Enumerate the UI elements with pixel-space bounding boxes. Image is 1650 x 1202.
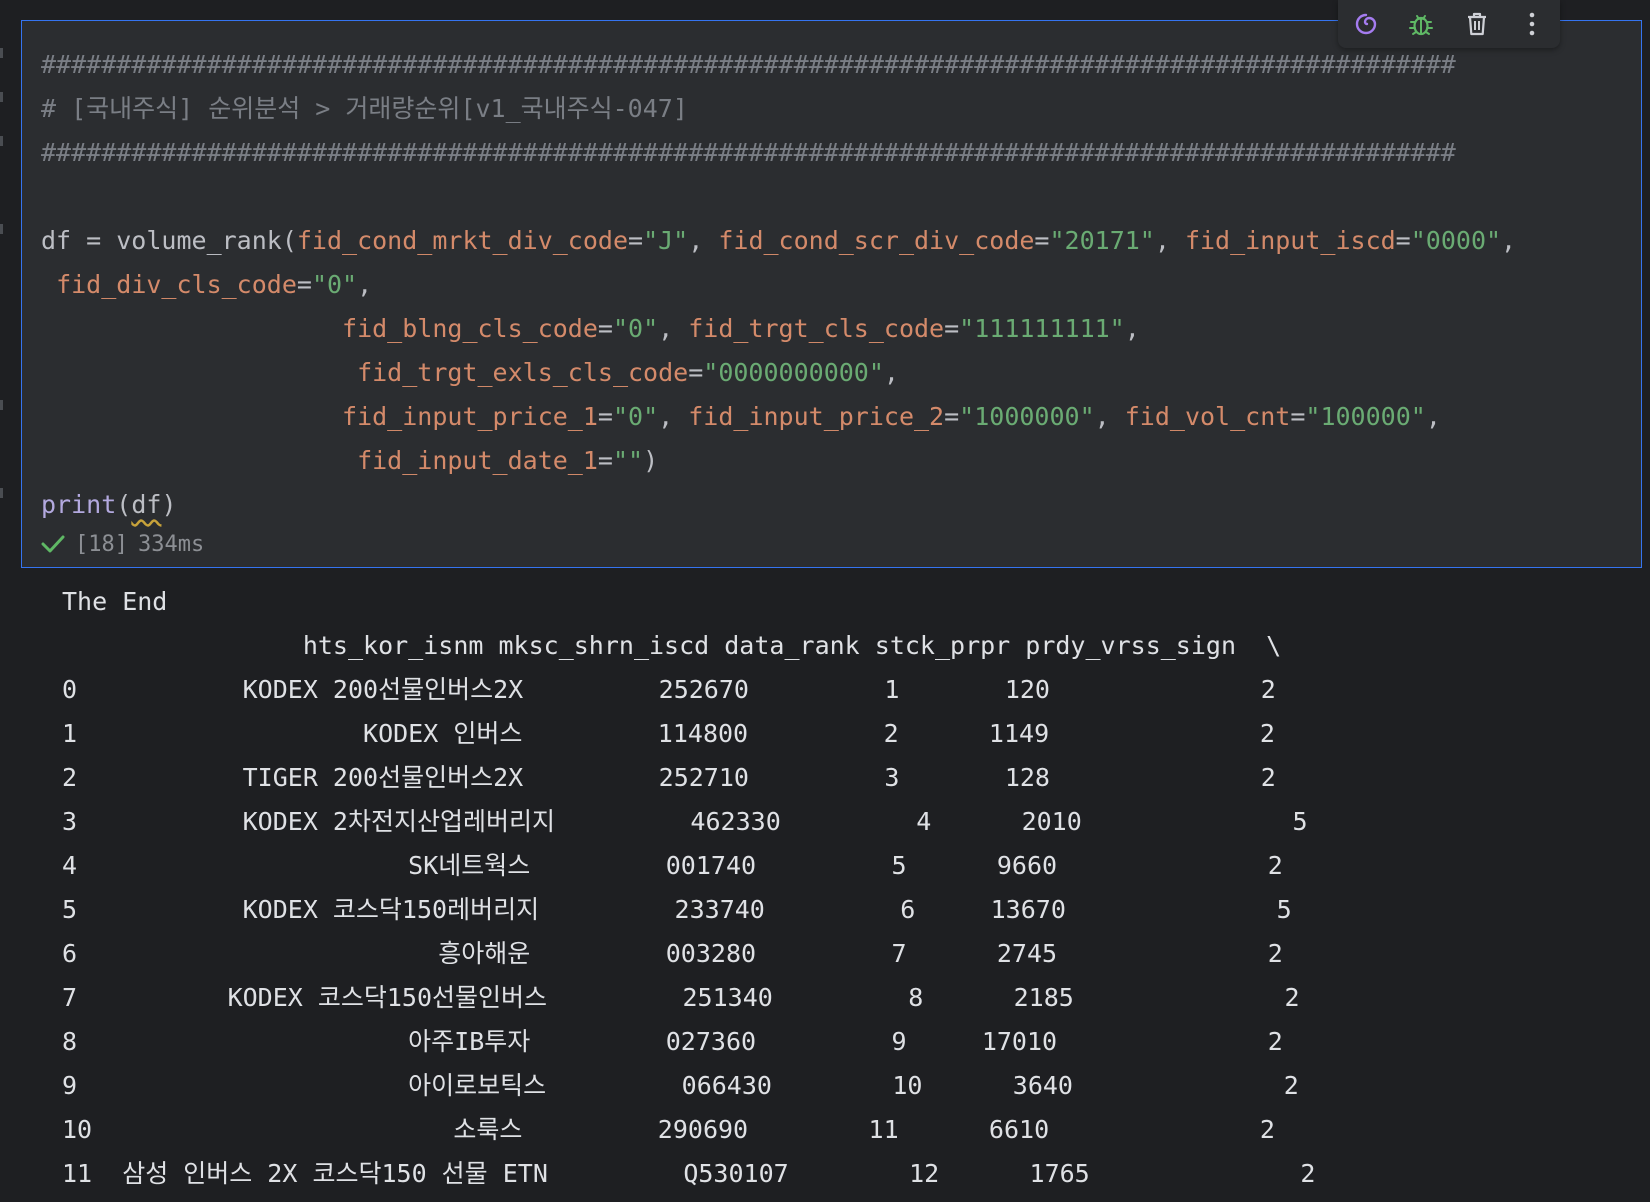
code-line: fid_input_date_1="") — [357, 446, 659, 475]
param-name: fid_div_cls_code — [56, 270, 297, 299]
string-literal: "20171" — [1049, 226, 1155, 255]
string-literal: "100000" — [1305, 402, 1426, 431]
gutter-mark — [0, 488, 3, 498]
param-name: fid_input_iscd — [1184, 226, 1396, 255]
code-line: ########################################… — [41, 50, 1456, 79]
string-literal: "0" — [311, 270, 358, 299]
string-literal: "0" — [612, 402, 659, 431]
code-line: ########################################… — [41, 138, 1456, 167]
output-row: 0 KODEX 200선물인버스2X 252670 1 120 2 — [62, 675, 1276, 704]
string-literal: "111111111" — [959, 314, 1125, 343]
output-row: 2 TIGER 200선물인버스2X 252710 3 128 2 — [62, 763, 1276, 792]
execution-count: [18] — [75, 531, 128, 557]
gutter-mark — [0, 400, 3, 410]
output-row: 4 SK네트웍스 001740 5 9660 2 — [62, 851, 1283, 880]
code-line: df = volume_rank(fid_cond_mrkt_div_code=… — [41, 226, 1517, 255]
output-row: 8 아주IB투자 027360 9 17010 2 — [62, 1027, 1283, 1056]
output-row: 7 KODEX 코스닥150선물인버스 251340 8 2185 2 — [62, 983, 1300, 1012]
param-name: fid_cond_mrkt_div_code — [296, 226, 629, 255]
output-row: 1 KODEX 인버스 114800 2 1149 2 — [62, 719, 1275, 748]
delete-icon[interactable] — [1459, 6, 1495, 42]
gutter-mark — [0, 136, 3, 146]
param-name: fid_cond_scr_div_code — [718, 226, 1035, 255]
output-row: 5 KODEX 코스닥150레버리지 233740 6 13670 5 — [62, 895, 1292, 924]
param-name: fid_input_date_1 — [357, 446, 598, 475]
output-line: The End — [62, 587, 168, 616]
output-row: 9 아이로보틱스 066430 10 3640 2 — [62, 1071, 1299, 1100]
more-icon[interactable] — [1514, 6, 1550, 42]
string-literal: "0" — [612, 314, 659, 343]
code-line: print(df) — [41, 490, 177, 519]
cell-output: The End hts_kor_isnm mksc_shrn_iscd data… — [62, 580, 1316, 1196]
code-token: df = volume_rank( — [41, 226, 297, 255]
code-editor[interactable]: ########################################… — [41, 43, 1516, 527]
debug-icon[interactable] — [1403, 6, 1439, 42]
param-name: fid_blng_cls_code — [342, 314, 598, 343]
function-name: print — [41, 490, 117, 519]
output-row: 6 흥아해운 003280 7 2745 2 — [62, 939, 1283, 968]
string-literal: "0000" — [1410, 226, 1502, 255]
param-name: fid_input_price_2 — [688, 402, 945, 431]
string-literal: "1000000" — [959, 402, 1095, 431]
code-line: fid_trgt_exls_cls_code="0000000000", — [357, 358, 899, 387]
gutter-mark — [0, 224, 3, 234]
ai-assistant-icon[interactable] — [1348, 6, 1384, 42]
gutter-mark — [0, 48, 3, 58]
cell-toolbar — [1338, 0, 1560, 48]
execution-time: 334ms — [137, 531, 205, 557]
output-row: 3 KODEX 2차전지산업레버리지 462330 4 2010 5 — [62, 807, 1308, 836]
param-name: fid_vol_cnt — [1124, 402, 1291, 431]
string-literal: "J" — [643, 226, 689, 255]
param-name: fid_trgt_exls_cls_code — [357, 358, 689, 387]
code-cell[interactable]: ########################################… — [21, 20, 1642, 568]
code-line: fid_input_price_1="0", fid_input_price_2… — [342, 402, 1441, 431]
output-header: hts_kor_isnm mksc_shrn_iscd data_rank st… — [62, 631, 1282, 660]
code-line: fid_blng_cls_code="0", fid_trgt_cls_code… — [342, 314, 1140, 343]
param-name: fid_input_price_1 — [342, 402, 598, 431]
output-row: 10 소룩스 290690 11 6610 2 — [62, 1115, 1275, 1144]
argument: df — [131, 490, 162, 519]
gutter-mark — [0, 92, 3, 102]
string-literal: "0000000000" — [703, 358, 884, 387]
check-icon — [41, 535, 65, 553]
output-row: 11 삼성 인버스 2X 코스닥150 선물 ETN Q530107 12 17… — [62, 1159, 1316, 1188]
param-name: fid_trgt_cls_code — [688, 314, 945, 343]
string-literal: "" — [612, 446, 644, 475]
code-line: # [국내주식] 순위분석 > 거래량순위[v1_국내주식-047] — [41, 94, 688, 123]
code-line: fid_div_cls_code="0", — [56, 270, 373, 299]
execution-status: [18] 334ms — [41, 529, 204, 559]
